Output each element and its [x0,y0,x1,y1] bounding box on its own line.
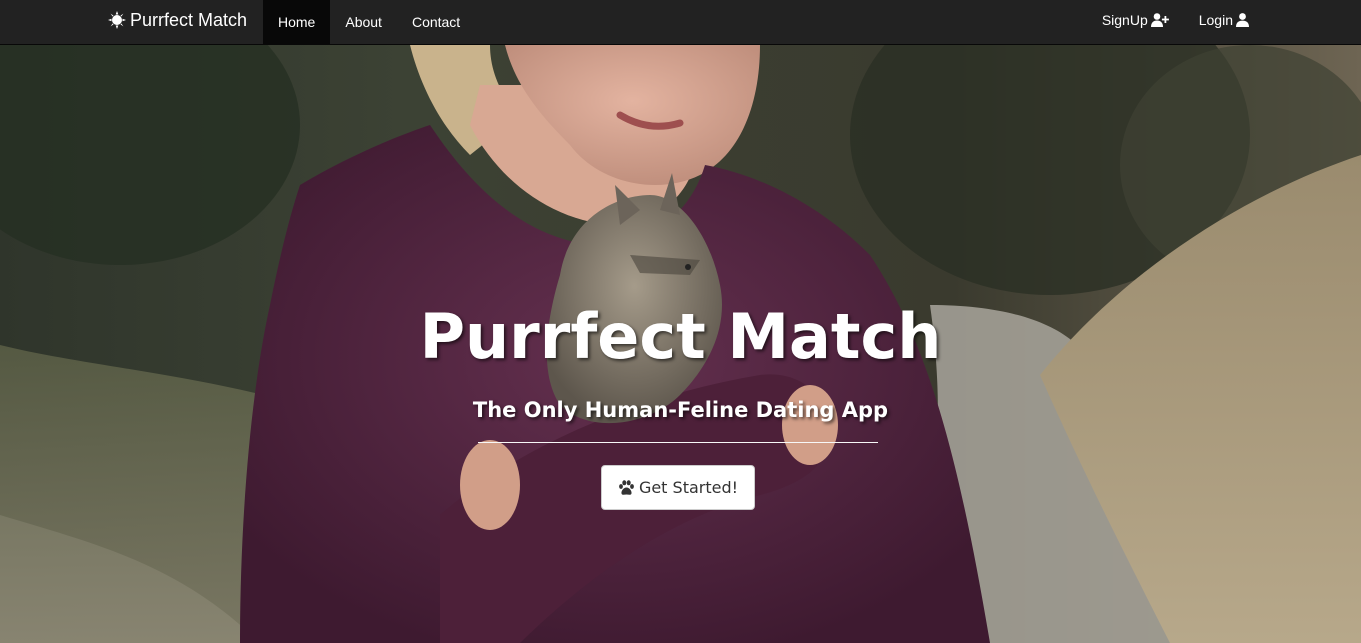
nav-item-home[interactable]: Home [263,0,331,44]
brand-link[interactable]: Purrfect Match [108,0,247,40]
top-navbar: Purrfect Match Home About Contact SignUp [0,0,1361,45]
sun-icon [108,11,126,29]
get-started-button[interactable]: Get Started! [601,465,755,510]
get-started-label: Get Started! [638,478,739,497]
hero-title: Purrfect Match [419,300,942,373]
user-plus-icon [1150,13,1169,27]
nav-item-label: Contact [411,14,461,30]
hero-subtitle: The Only Human-Feline Dating App [472,398,889,422]
brand-label: Purrfect Match [130,9,248,30]
nav-item-label: About [345,14,382,30]
primary-nav: Home About Contact [263,0,475,44]
hero-section: Purrfect Match The Only Human-Feline Dat… [0,45,1361,643]
hero-content: Purrfect Match The Only Human-Feline Dat… [0,45,1361,643]
account-nav: SignUp Login [1087,0,1264,40]
user-icon [1236,13,1249,27]
nav-item-label: Home [278,14,316,30]
hero-divider [478,442,878,443]
login-link[interactable]: Login [1184,0,1264,40]
paw-icon [619,479,634,495]
signup-link[interactable]: SignUp [1087,0,1184,40]
nav-item-about[interactable]: About [330,0,397,44]
signup-label: SignUp [1101,12,1148,28]
login-label: Login [1198,12,1233,28]
nav-item-contact[interactable]: Contact [397,0,475,44]
